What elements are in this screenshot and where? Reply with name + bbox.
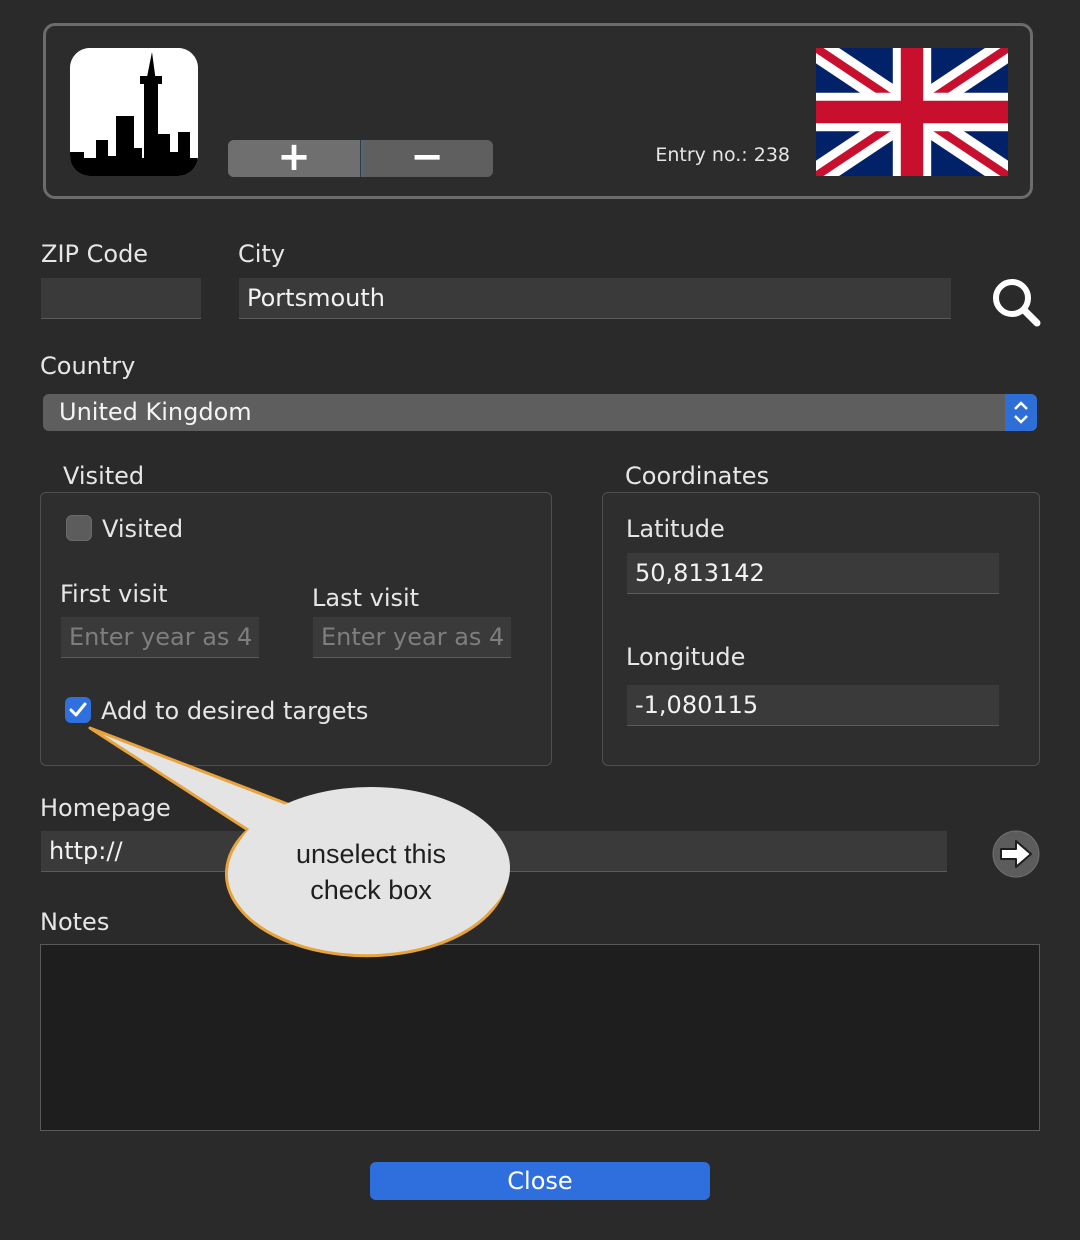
notes-label: Notes — [40, 908, 110, 936]
homepage-field[interactable]: http:// — [41, 831, 947, 872]
city-label: City — [238, 240, 286, 268]
first-visit-input[interactable]: Enter year as 4 — [61, 617, 259, 658]
longitude-label: Longitude — [626, 643, 746, 671]
notes-textarea[interactable] — [40, 944, 1040, 1131]
visited-checkbox[interactable] — [66, 515, 92, 541]
latitude-field[interactable]: 50,813142 — [627, 553, 999, 594]
minus-icon: − — [410, 140, 444, 177]
city-skyline-icon — [70, 48, 198, 176]
callout-text: unselect this check box — [258, 836, 484, 908]
latitude-label: Latitude — [626, 515, 725, 543]
search-icon[interactable] — [990, 276, 1042, 328]
location-entry-window: + − Entry no.: 238 ZIP Code City Portsmo… — [0, 0, 1080, 1240]
country-selected-value: United Kingdom — [59, 398, 252, 426]
city-field[interactable]: Portsmouth — [239, 278, 951, 319]
country-select[interactable]: United Kingdom — [43, 394, 1037, 431]
plus-icon: + — [277, 140, 311, 177]
country-label: Country — [40, 352, 136, 380]
desired-targets-checkbox[interactable] — [65, 697, 91, 723]
last-visit-label: Last visit — [312, 584, 420, 612]
checkmark-icon — [69, 702, 87, 717]
longitude-field[interactable]: -1,080115 — [627, 685, 999, 726]
callout-line-2: check box — [310, 875, 432, 905]
visited-group-label: Visited — [63, 462, 145, 490]
coordinates-group-label: Coordinates — [625, 462, 770, 490]
first-visit-label: First visit — [60, 580, 168, 608]
callout-line-1: unselect this — [295, 839, 447, 869]
union-jack-flag-icon — [808, 37, 1016, 187]
close-button[interactable]: Close — [370, 1162, 710, 1200]
last-visit-input[interactable]: Enter year as 4 — [313, 617, 511, 658]
entry-number-label: Entry no.: 238 — [655, 144, 790, 166]
select-chevrons-icon — [1005, 394, 1037, 431]
zip-code-label: ZIP Code — [41, 240, 149, 268]
remove-entry-button[interactable]: − — [361, 140, 493, 177]
zip-code-field[interactable] — [41, 278, 201, 319]
arrow-right-icon[interactable] — [992, 830, 1040, 878]
homepage-label: Homepage — [40, 794, 171, 822]
add-entry-button[interactable]: + — [228, 140, 360, 177]
add-remove-segmented-control: + − — [228, 140, 493, 177]
visited-checkbox-label: Visited — [102, 515, 184, 543]
desired-targets-label: Add to desired targets — [101, 697, 369, 725]
